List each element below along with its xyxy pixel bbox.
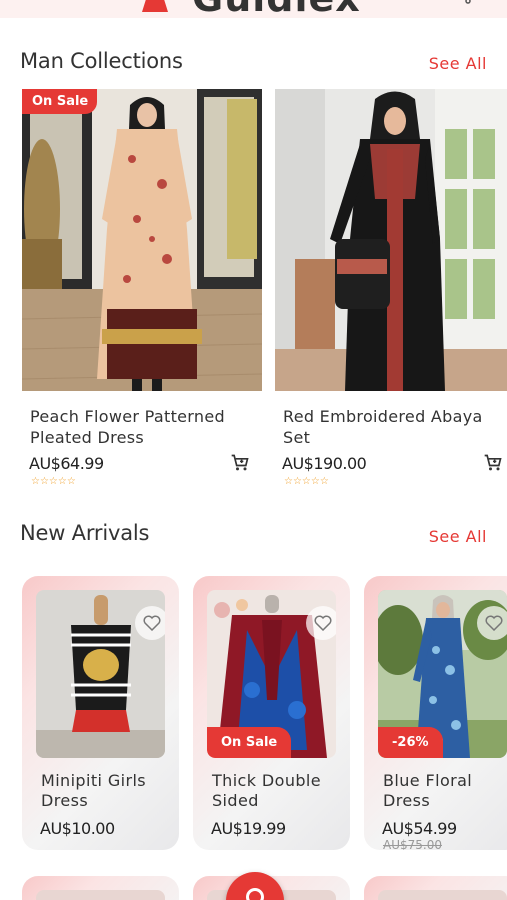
see-all-man-collections-link[interactable]: See All bbox=[429, 54, 487, 73]
favorite-button[interactable] bbox=[306, 606, 336, 640]
rating-stars: ☆☆☆☆☆ bbox=[31, 476, 76, 487]
see-all-new-arrivals-link[interactable]: See All bbox=[429, 527, 487, 546]
product-image[interactable]: -26% bbox=[378, 590, 507, 758]
product-image[interactable] bbox=[36, 590, 165, 758]
arrival-card[interactable] bbox=[22, 876, 179, 900]
product-price: AU$64.99 bbox=[29, 454, 104, 473]
product-card[interactable]: On Sale Peach Flower Patterned Pleated D… bbox=[22, 89, 262, 499]
product-name[interactable]: Minipiti Girls Dress bbox=[41, 771, 169, 811]
arrival-card[interactable]: Minipiti Girls Dress AU$10.00 bbox=[22, 576, 179, 850]
product-image[interactable] bbox=[275, 89, 507, 391]
favorite-button[interactable] bbox=[135, 606, 165, 640]
rating-stars: ☆☆☆☆☆ bbox=[284, 476, 329, 487]
product-price: AU$19.99 bbox=[211, 819, 286, 838]
arrival-card[interactable]: -26% Blue Floral Dress AU$54.99 AU$75.00 bbox=[364, 576, 507, 850]
logo-dress-icon bbox=[142, 0, 168, 12]
original-price: AU$75.00 bbox=[383, 838, 442, 850]
product-image[interactable] bbox=[36, 890, 165, 900]
cart-icon[interactable] bbox=[463, 0, 473, 4]
section-title-new-arrivals: New Arrivals bbox=[20, 521, 150, 545]
favorite-button[interactable] bbox=[477, 606, 507, 640]
arrival-card[interactable] bbox=[364, 876, 507, 900]
add-to-cart-icon[interactable] bbox=[483, 453, 503, 473]
product-price: AU$10.00 bbox=[40, 819, 115, 838]
product-name[interactable]: Peach Flower Patterned Pleated Dress bbox=[30, 406, 256, 448]
product-image[interactable]: On Sale bbox=[207, 590, 336, 758]
product-name[interactable]: Thick Double Sided bbox=[212, 771, 340, 811]
heart-icon bbox=[314, 615, 332, 631]
menu-icon[interactable] bbox=[32, 0, 44, 2]
product-name[interactable]: Blue Floral Dress bbox=[383, 771, 507, 811]
search-icon bbox=[246, 888, 264, 900]
on-sale-badge: On Sale bbox=[22, 89, 98, 114]
arrival-card[interactable]: On Sale Thick Double Sided AU$19.99 bbox=[193, 576, 350, 850]
section-title-man-collections: Man Collections bbox=[20, 49, 183, 73]
app-screen: Guidlex Man Collections See All bbox=[0, 0, 507, 900]
on-sale-badge: On Sale bbox=[207, 727, 292, 758]
app-header: Guidlex bbox=[0, 0, 507, 18]
product-card[interactable]: Red Embroidered Abaya Set AU$190.00 ☆☆☆☆… bbox=[275, 89, 507, 499]
discount-badge: -26% bbox=[378, 727, 443, 758]
heart-icon bbox=[485, 615, 503, 631]
heart-icon bbox=[143, 615, 161, 631]
product-image[interactable]: On Sale bbox=[22, 89, 262, 391]
product-price: AU$54.99 bbox=[382, 819, 457, 838]
product-name[interactable]: Red Embroidered Abaya Set bbox=[283, 406, 507, 448]
product-image[interactable] bbox=[378, 890, 507, 900]
product-price: AU$190.00 bbox=[282, 454, 367, 473]
brand-logo[interactable]: Guidlex bbox=[192, 0, 361, 18]
add-to-cart-icon[interactable] bbox=[230, 453, 250, 473]
